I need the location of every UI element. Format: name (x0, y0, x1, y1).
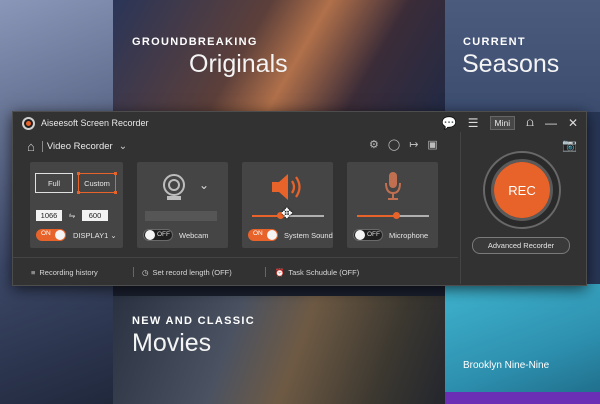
bnn-title: Brooklyn Nine-Nine (463, 360, 550, 371)
webcam-chevron-down-icon[interactable]: ⌄ (199, 178, 209, 192)
task-schedule-label: Task Schudule (OFF) (288, 268, 360, 277)
app-logo-icon (22, 116, 35, 130)
mouse-icon[interactable]: ◯ (388, 138, 400, 151)
record-length-link[interactable]: ◷ Set record length (OFF) (142, 268, 232, 277)
pin-icon[interactable]: ⩍ (526, 115, 534, 130)
system-sound-label: System Sound (284, 231, 333, 240)
recording-history-label: Recording history (39, 268, 98, 277)
microphone-icon (385, 172, 401, 200)
microphone-slider[interactable] (357, 212, 429, 219)
rec-button[interactable]: REC (494, 162, 550, 218)
clock-icon: ◷ (142, 268, 149, 277)
mode-nav: ⌂ Video Recorder ⌄ (27, 139, 127, 154)
microphone-toggle-label: OFF (367, 231, 380, 238)
title-bar[interactable]: Aiseesoft Screen Recorder 💬 ☰ Mini ⩍ — ✕ (13, 112, 586, 134)
dimensions-row: 1066 ⇋ 600 (36, 210, 108, 221)
link-icon[interactable]: ⇋ (66, 211, 78, 220)
bottom-divider (133, 267, 134, 277)
nav-divider (41, 141, 43, 152)
record-length-label: Set record length (OFF) (152, 268, 232, 277)
webcam-panel: ⌄ OFF Webcam (137, 162, 228, 248)
rec-button-frame: REC (483, 151, 561, 229)
recording-history-link[interactable]: ≡ Recording history (31, 268, 98, 277)
gear-icon[interactable]: ⚙ (369, 138, 379, 151)
move-cursor-icon: ✥ (281, 205, 293, 221)
task-schedule-link[interactable]: ⏰ Task Schudule (OFF) (275, 268, 359, 277)
toolbar-icons: ⚙ ◯ ↦ ▣ (369, 138, 438, 151)
list-icon: ≡ (31, 268, 36, 277)
webcam-toggle[interactable]: OFF (143, 229, 173, 241)
height-input[interactable]: 600 (82, 210, 108, 221)
custom-area-button[interactable]: Custom (77, 172, 117, 194)
monitor-icon[interactable]: ▣ (427, 138, 437, 151)
menu-icon[interactable]: ☰ (468, 116, 479, 130)
microphone-label: Microphone (389, 231, 429, 240)
bg-purple-bar (445, 392, 600, 404)
speaker-icon (272, 174, 301, 200)
toggle-knob (55, 230, 65, 240)
originals-title: Originals (189, 50, 288, 78)
home-icon[interactable]: ⌂ (27, 139, 35, 154)
toggle-knob (355, 230, 365, 240)
full-screen-button[interactable]: Full (35, 173, 73, 193)
advanced-recorder-button[interactable]: Advanced Recorder (472, 237, 570, 254)
microphone-toggle[interactable]: OFF (353, 229, 383, 241)
microphone-panel: OFF Microphone (347, 162, 438, 248)
display-select[interactable]: DISPLAY1 ⌄ (73, 231, 117, 240)
webcam-label: Webcam (179, 231, 209, 240)
feedback-icon[interactable]: 💬 (442, 116, 457, 130)
alarm-icon: ⏰ (275, 268, 285, 277)
record-area: 📷 REC Advanced Recorder (460, 132, 586, 284)
system-sound-toggle-label: ON (253, 230, 263, 237)
export-icon[interactable]: ↦ (409, 138, 418, 151)
webcam-icon (163, 174, 185, 200)
webcam-toggle-label: OFF (157, 231, 170, 238)
originals-kicker: GROUNDBREAKING (132, 36, 258, 48)
movies-kicker: NEW AND CLASSIC (132, 315, 255, 327)
bottom-divider (265, 267, 266, 277)
display-toggle-label: ON (41, 230, 51, 237)
app-title: Aiseesoft Screen Recorder (41, 118, 149, 128)
mode-label[interactable]: Video Recorder (47, 141, 113, 152)
close-icon[interactable]: ✕ (568, 116, 578, 130)
seasons-title: Seasons (462, 50, 560, 78)
system-sound-toggle[interactable]: ON (248, 229, 278, 241)
bg-tile-brooklyn (445, 284, 600, 404)
toggle-knob (267, 230, 277, 240)
recorder-window: Aiseesoft Screen Recorder 💬 ☰ Mini ⩍ — ✕… (12, 111, 587, 286)
camera-icon[interactable]: 📷 (562, 138, 577, 152)
seasons-kicker: CURRENT (463, 36, 526, 48)
display-toggle[interactable]: ON (36, 229, 66, 241)
slider-thumb[interactable] (393, 212, 401, 219)
webcam-disabled-bar (145, 211, 217, 221)
chevron-down-icon[interactable]: ⌄ (119, 141, 127, 152)
mini-button[interactable]: Mini (489, 115, 516, 130)
custom-area-label: Custom (84, 178, 110, 188)
slider-fill (357, 215, 397, 217)
movies-title: Movies (132, 329, 212, 357)
minimize-icon[interactable]: — (545, 116, 557, 130)
record-area-panel: Full Custom 1066 ⇋ 600 ON DISPLAY1 ⌄ (30, 162, 123, 248)
bottom-bar: ≡ Recording history ◷ Set record length … (13, 257, 458, 286)
width-input[interactable]: 1066 (36, 210, 62, 221)
area-selector: Full Custom (35, 172, 117, 197)
display-label: DISPLAY1 (73, 231, 109, 240)
toggle-knob (145, 230, 155, 240)
